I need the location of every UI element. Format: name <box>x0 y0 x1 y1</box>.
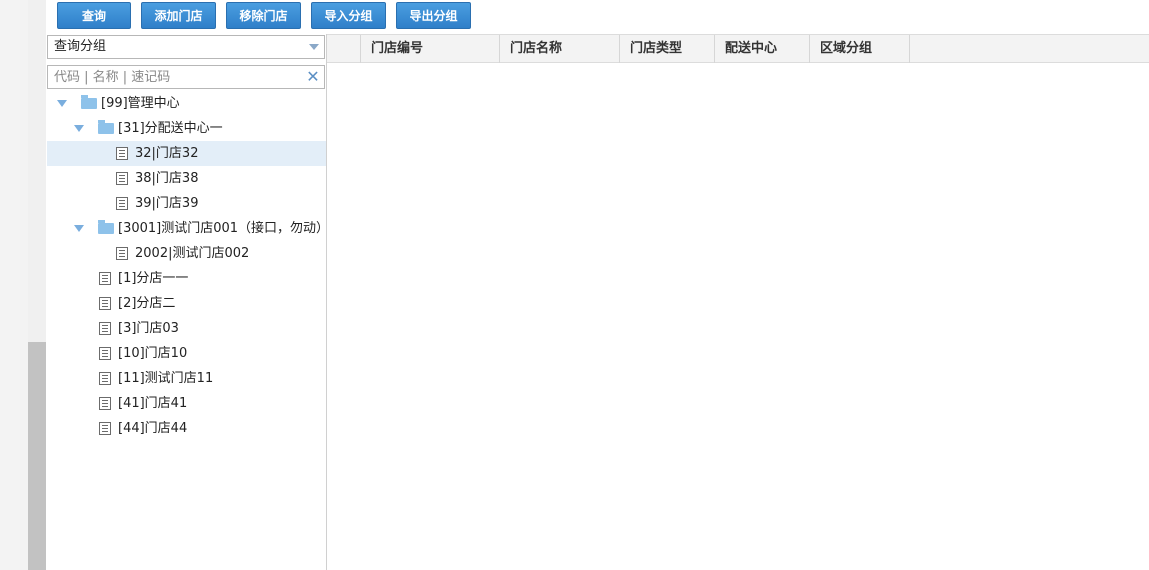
tree-node-label: [11]测试门店11 <box>118 371 214 386</box>
folder-icon <box>81 95 97 109</box>
store-document-icon <box>99 422 111 435</box>
tree-node[interactable]: [2]分店二 <box>47 291 326 316</box>
tree-node-label: [3]门店03 <box>118 321 179 336</box>
tree-node[interactable]: [3]门店03 <box>47 316 326 341</box>
store-document-icon <box>116 197 128 210</box>
column-header-store-name[interactable]: 门店名称 <box>500 35 620 63</box>
folder-icon <box>98 220 114 234</box>
tree-node-label: [31]分配送中心一 <box>118 121 223 136</box>
tree-node[interactable]: [31]分配送中心一 <box>47 116 326 141</box>
tree-node-label: 32|门店32 <box>135 146 199 161</box>
column-header-region-group[interactable]: 区域分组 <box>810 35 910 63</box>
store-document-icon <box>99 322 111 335</box>
tree-node[interactable]: [1]分店一一 <box>47 266 326 291</box>
tree-node-label: [10]门店10 <box>118 346 188 361</box>
tree-node[interactable]: 32|门店32 <box>47 141 326 166</box>
search-box: ✕ <box>47 65 325 89</box>
export-group-button[interactable]: 导出分组 <box>396 2 471 29</box>
store-document-icon <box>99 272 111 285</box>
tree-node[interactable]: 38|门店38 <box>47 166 326 191</box>
column-header-distribution-center[interactable]: 配送中心 <box>715 35 810 63</box>
store-grid: 门店编号 门店名称 门店类型 配送中心 区域分组 <box>327 34 1149 570</box>
close-icon[interactable]: ✕ <box>305 66 321 88</box>
remove-store-button[interactable]: 移除门店 <box>226 2 301 29</box>
tree-node-label: [2]分店二 <box>118 296 176 311</box>
folder-icon <box>98 120 114 134</box>
tree-node-label: [99]管理中心 <box>101 96 180 111</box>
tree-node-label: [44]门店44 <box>118 421 188 436</box>
tree-node-label: [41]门店41 <box>118 396 188 411</box>
store-document-icon <box>99 297 111 310</box>
store-document-icon <box>116 247 128 260</box>
column-header-store-type[interactable]: 门店类型 <box>620 35 715 63</box>
expand-toggle-icon[interactable] <box>57 100 67 107</box>
store-group-panel: 查询分组 ✕ [99]管理中心 [31]分配送中心一 32|门店32 38|门店… <box>46 34 330 570</box>
store-document-icon <box>116 172 128 185</box>
add-store-button[interactable]: 添加门店 <box>141 2 216 29</box>
query-button[interactable]: 查询 <box>57 2 131 29</box>
column-header-store-code[interactable]: 门店编号 <box>361 35 500 63</box>
tree-node-label: 39|门店39 <box>135 196 199 211</box>
tree-node[interactable]: [10]门店10 <box>47 341 326 366</box>
store-document-icon <box>116 147 128 160</box>
tree-node[interactable]: 39|门店39 <box>47 191 326 216</box>
tree-node[interactable]: [3001]测试门店001（接口，勿动） <box>47 216 330 241</box>
left-gutter <box>0 0 28 570</box>
tree-node[interactable]: [99]管理中心 <box>47 91 326 116</box>
expand-toggle-icon[interactable] <box>74 225 84 232</box>
tree-node[interactable]: 2002|测试门店002 <box>47 241 326 266</box>
vertical-scrollbar[interactable] <box>28 0 46 570</box>
expand-toggle-icon[interactable] <box>74 125 84 132</box>
chevron-down-icon[interactable] <box>309 44 319 50</box>
tree-node[interactable]: [44]门店44 <box>47 416 326 441</box>
tree-node-label: [3001]测试门店001（接口，勿动） <box>118 221 330 236</box>
tree-node[interactable]: [11]测试门店11 <box>47 366 326 391</box>
import-group-button[interactable]: 导入分组 <box>311 2 386 29</box>
search-input[interactable] <box>48 66 298 88</box>
store-document-icon <box>99 397 111 410</box>
tree-node-label: 38|门店38 <box>135 171 199 186</box>
group-select-value: 查询分组 <box>54 39 107 54</box>
store-document-icon <box>99 372 111 385</box>
tree-node[interactable]: [41]门店41 <box>47 391 326 416</box>
group-select[interactable]: 查询分组 <box>47 35 325 59</box>
store-document-icon <box>99 347 111 360</box>
grid-header: 门店编号 门店名称 门店类型 配送中心 区域分组 <box>327 34 1149 63</box>
tree-node-label: [1]分店一一 <box>118 271 189 286</box>
column-header-selector[interactable] <box>327 35 361 63</box>
scrollbar-thumb[interactable] <box>28 342 46 570</box>
tree-node-label: 2002|测试门店002 <box>135 246 250 261</box>
